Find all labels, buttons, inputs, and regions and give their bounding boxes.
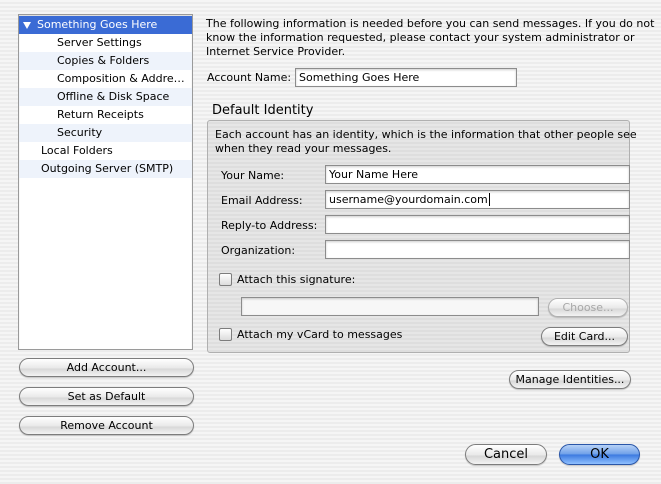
account-name-input[interactable]: Something Goes Here <box>295 68 517 87</box>
tree-item-outgoing-server[interactable]: Outgoing Server (SMTP) <box>19 160 192 178</box>
your-name-label: Your Name: <box>221 169 285 182</box>
tree-item-account[interactable]: Something Goes Here <box>19 16 192 34</box>
email-address-value: username@yourdomain.com <box>329 193 488 206</box>
tree-item-offline-disk[interactable]: Offline & Disk Space <box>19 88 192 106</box>
account-name-label: Account Name: <box>207 71 292 84</box>
signature-path-input[interactable] <box>241 297 539 316</box>
intro-text-line-3: Internet Service Provider. <box>206 45 346 58</box>
tree-item-security[interactable]: Security <box>19 124 192 142</box>
add-account-button[interactable]: Add Account... <box>19 358 194 377</box>
ok-button[interactable]: OK <box>559 444 640 465</box>
intro-text-line-2: know the information requested, please c… <box>206 31 635 44</box>
tree-item-server-settings[interactable]: Server Settings <box>19 34 192 52</box>
tree-item-return-receipts[interactable]: Return Receipts <box>19 106 192 124</box>
text-cursor <box>488 193 490 206</box>
your-name-input[interactable]: Your Name Here <box>325 165 630 184</box>
edit-card-button[interactable]: Edit Card... <box>541 327 628 346</box>
email-address-input[interactable]: username@yourdomain.com <box>325 190 630 209</box>
attach-vcard-checkbox[interactable] <box>219 328 232 341</box>
reply-to-input[interactable] <box>325 215 630 234</box>
organization-input[interactable] <box>325 240 630 259</box>
attach-signature-label: Attach this signature: <box>237 273 356 286</box>
tree-item-local-folders[interactable]: Local Folders <box>19 142 192 160</box>
reply-to-label: Reply-to Address: <box>221 219 318 232</box>
email-address-label: Email Address: <box>221 194 303 207</box>
organization-label: Organization: <box>221 244 296 257</box>
tree-item-composition[interactable]: Composition & Addressing <box>19 70 192 88</box>
manage-identities-button[interactable]: Manage Identities... <box>509 370 631 389</box>
identity-desc-line-2: when they read your messages. <box>215 142 392 155</box>
choose-signature-button[interactable]: Choose... <box>548 298 628 317</box>
set-default-button[interactable]: Set as Default <box>19 387 194 406</box>
account-tree[interactable]: Something Goes Here Server Settings Copi… <box>18 14 193 350</box>
default-identity-title: Default Identity <box>212 103 314 118</box>
remove-account-button[interactable]: Remove Account <box>19 416 194 435</box>
attach-vcard-label: Attach my vCard to messages <box>237 328 403 341</box>
tree-item-copies-folders[interactable]: Copies & Folders <box>19 52 192 70</box>
disclosure-triangle-icon[interactable] <box>23 21 31 29</box>
cancel-button[interactable]: Cancel <box>465 444 547 465</box>
intro-text-line-1: The following information is needed befo… <box>206 17 655 30</box>
attach-signature-checkbox[interactable] <box>219 273 232 286</box>
identity-desc-line-1: Each account has an identity, which is t… <box>215 128 637 141</box>
